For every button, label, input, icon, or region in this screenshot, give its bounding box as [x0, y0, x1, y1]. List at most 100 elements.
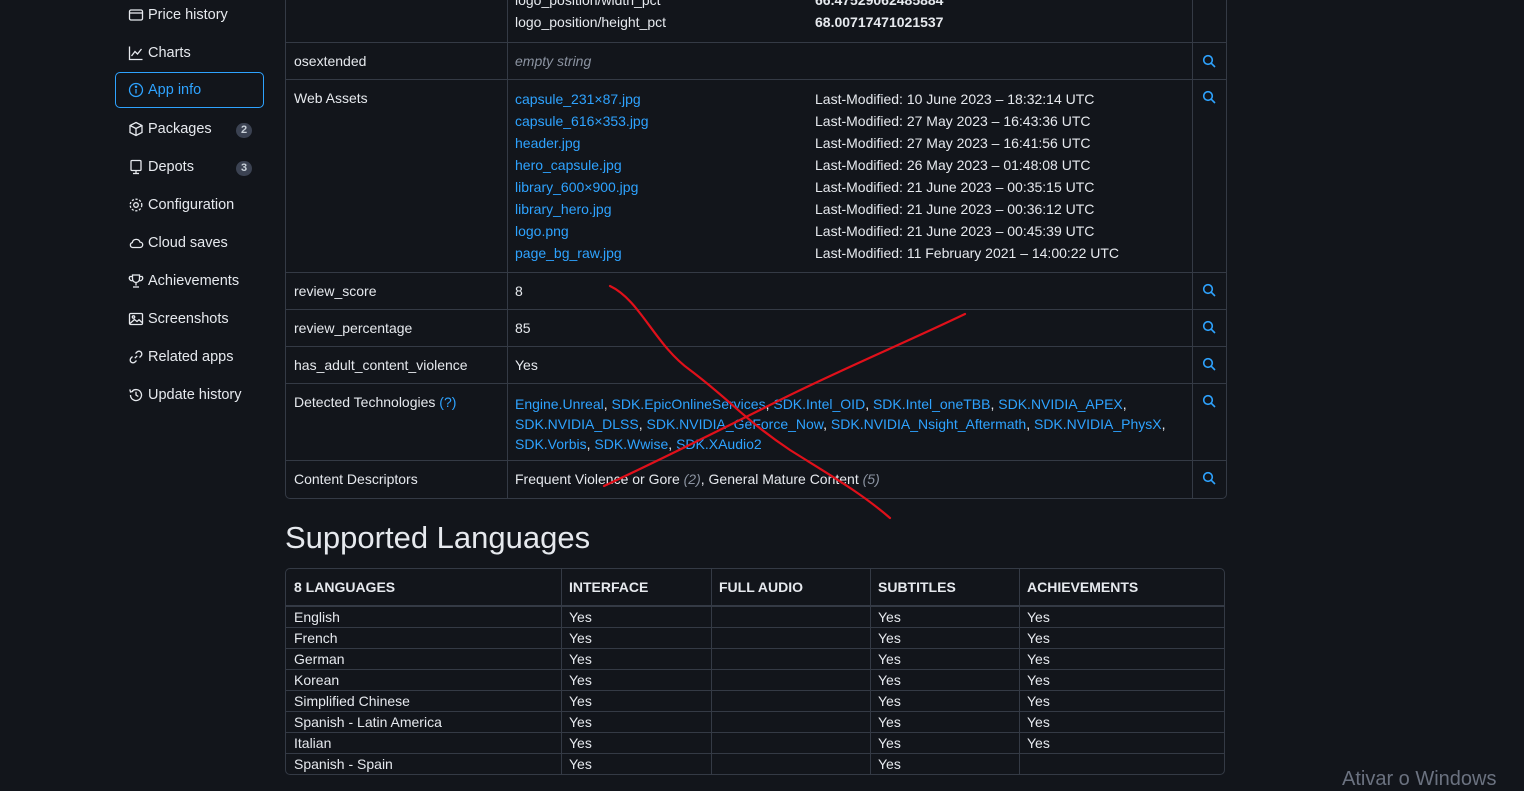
asset-link[interactable]: capsule_616×353.jpg [515, 110, 649, 132]
info-row-logo-position: logo_position/width_pct 66.4752906248588… [286, 0, 1226, 43]
sidebar-item-configuration[interactable]: Configuration [115, 187, 264, 223]
tech-link[interactable]: SDK.Intel_OID [773, 396, 865, 412]
search-icon[interactable] [1202, 357, 1216, 371]
tech-link[interactable]: SDK.XAudio2 [676, 436, 762, 452]
sidebar-item-label: Update history [148, 387, 242, 403]
table-cell: Yes [569, 630, 592, 646]
sidebar-item-label: Related apps [148, 349, 234, 365]
asset-modified: Last-Modified: 26 May 2023 – 01:48:08 UT… [815, 157, 1091, 173]
table-cell: Yes [1027, 630, 1050, 646]
language-name: Italian [294, 735, 332, 751]
info-row-osextended: osextended empty string [286, 43, 1226, 80]
tech-link[interactable]: SDK.NVIDIA_DLSS [515, 416, 639, 432]
sidebar-item-app-info[interactable]: App info [115, 72, 264, 108]
tech-link[interactable]: SDK.NVIDIA_APEX [998, 396, 1123, 412]
sidebar-item-label: Price history [148, 7, 228, 23]
table-row: German Yes Yes Yes [286, 649, 1224, 670]
search-icon[interactable] [1202, 283, 1216, 297]
table-cell: Yes [878, 756, 901, 772]
table-row: Spanish - Latin America Yes Yes Yes [286, 712, 1224, 733]
table-cell: Yes [878, 714, 901, 730]
info-value: Yes [515, 357, 538, 373]
asset-link[interactable]: page_bg_raw.jpg [515, 242, 622, 264]
language-name: Korean [294, 672, 340, 688]
tech-line: SDK.Vorbis, SDK.Wwise, SDK.XAudio2 [515, 436, 762, 452]
tech-link[interactable]: SDK.Wwise [594, 436, 668, 452]
table-cell: Yes [569, 714, 592, 730]
column-header: INTERFACE [569, 579, 649, 595]
table-row: Simplified Chinese Yes Yes Yes [286, 691, 1224, 712]
table-cell: Yes [1027, 693, 1050, 709]
table-row: Spanish - Spain Yes Yes [286, 754, 1224, 774]
tech-list: Engine.Unreal, SDK.EpicOnlineServices, S… [515, 394, 1185, 454]
column-header: SUBTITLES [878, 579, 956, 595]
languages-table: 8 LANGUAGES INTERFACE FULL AUDIO SUBTITL… [285, 568, 1225, 775]
info-key: logo_position/width_pct [515, 0, 661, 8]
table-cell: Yes [878, 651, 901, 667]
table-cell: Yes [878, 630, 901, 646]
table-cell: Yes [878, 693, 901, 709]
info-row-review-percentage: review_percentage 85 [286, 310, 1226, 347]
sidebar-item-label: Achievements [148, 273, 240, 289]
tech-link[interactable]: SDK.Vorbis [515, 436, 587, 452]
windows-activation-watermark: Ativar o Windows [1342, 768, 1497, 790]
search-icon[interactable] [1202, 394, 1216, 408]
table-row: Korean Yes Yes Yes [286, 670, 1224, 691]
asset-link[interactable]: library_600×900.jpg [515, 176, 638, 198]
search-icon[interactable] [1202, 320, 1216, 334]
language-name: German [294, 651, 345, 667]
table-cell: Yes [1027, 735, 1050, 751]
sidebar-item-achievements[interactable]: Achievements [115, 263, 264, 299]
asset-link[interactable]: logo.png [515, 220, 569, 242]
sidebar-item-update-history[interactable]: Update history [115, 377, 264, 413]
packages-count-badge: 2 [236, 123, 252, 138]
asset-modified: Last-Modified: 10 June 2023 – 18:32:14 U… [815, 91, 1095, 107]
info-row-web-assets: Web Assets capsule_231×87.jpg Last-Modif… [286, 80, 1226, 273]
table-cell: Yes [878, 735, 901, 751]
info-key: logo_position/height_pct [515, 14, 667, 30]
info-icon [128, 82, 144, 98]
sidebar-item-label: Packages [148, 121, 212, 137]
column-header: 8 LANGUAGES [294, 579, 396, 595]
table-cell: Yes [1027, 651, 1050, 667]
tech-link[interactable]: SDK.Intel_oneTBB [873, 396, 991, 412]
search-icon[interactable] [1202, 54, 1216, 68]
tech-link[interactable]: SDK.NVIDIA_PhysX [1034, 416, 1162, 432]
tech-link[interactable]: SDK.NVIDIA_GeForce_Now [647, 416, 824, 432]
search-icon[interactable] [1202, 90, 1216, 104]
tech-link[interactable]: SDK.NVIDIA_Nsight_Aftermath [831, 416, 1026, 432]
tech-link[interactable]: Engine.Unreal [515, 396, 604, 412]
search-icon[interactable] [1202, 471, 1216, 485]
gear-icon [128, 197, 144, 213]
image-icon [128, 311, 144, 327]
asset-modified: Last-Modified: 27 May 2023 – 16:41:56 UT… [815, 135, 1091, 151]
table-row: English Yes Yes Yes [286, 607, 1224, 628]
sidebar-item-depots[interactable]: Depots 3 [115, 149, 264, 185]
info-key: Web Assets [294, 90, 368, 106]
info-row-adult-content: has_adult_content_violence Yes [286, 347, 1226, 384]
language-name: Spanish - Latin America [294, 714, 442, 730]
info-value: Frequent Violence or Gore (2), General M… [515, 471, 880, 487]
table-row: French Yes Yes Yes [286, 628, 1224, 649]
info-key: has_adult_content_violence [294, 357, 468, 373]
column-header: FULL AUDIO [719, 579, 803, 595]
info-value: 66.47529062485884 [815, 0, 944, 8]
info-key: review_percentage [294, 320, 413, 336]
sidebar-item-related-apps[interactable]: Related apps [115, 339, 264, 375]
info-key: osextended [294, 53, 367, 69]
asset-link[interactable]: capsule_231×87.jpg [515, 88, 641, 110]
help-link[interactable]: (?) [439, 394, 456, 410]
asset-link[interactable]: library_hero.jpg [515, 198, 612, 220]
tech-line: Engine.Unreal, SDK.EpicOnlineServices, S… [515, 396, 1127, 412]
tech-link[interactable]: SDK.EpicOnlineServices [612, 396, 766, 412]
table-cell: Yes [1027, 714, 1050, 730]
asset-link[interactable]: header.jpg [515, 132, 580, 154]
sidebar-item-screenshots[interactable]: Screenshots [115, 301, 264, 337]
sidebar-item-price-history[interactable]: Price history [115, 0, 264, 33]
sidebar-item-cloud-saves[interactable]: Cloud saves [115, 225, 264, 261]
table-cell: Yes [569, 756, 592, 772]
sidebar-item-packages[interactable]: Packages 2 [115, 111, 264, 147]
asset-modified: Last-Modified: 21 June 2023 – 00:35:15 U… [815, 179, 1095, 195]
asset-link[interactable]: hero_capsule.jpg [515, 154, 622, 176]
sidebar-item-charts[interactable]: Charts [115, 35, 264, 71]
